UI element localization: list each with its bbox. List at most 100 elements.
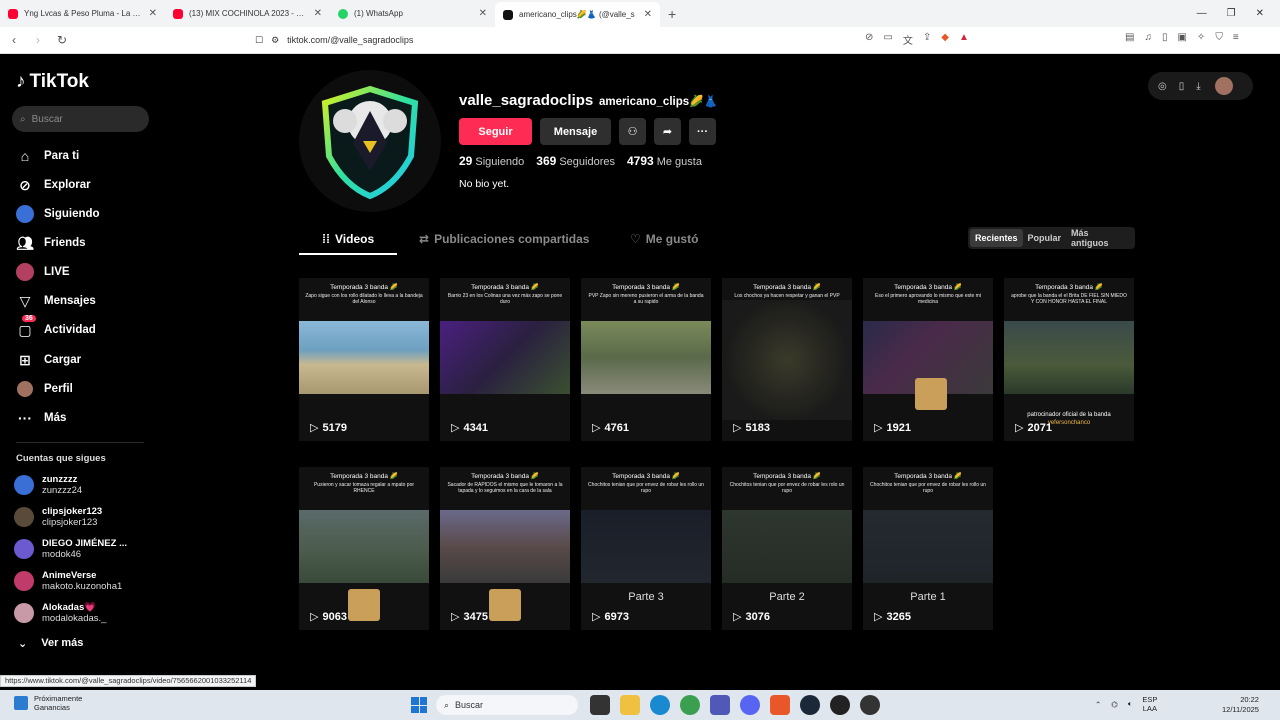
video-card[interactable]: Temporada 3 banda 🌽 Chochitos tenian que… (722, 467, 852, 630)
discord-icon[interactable] (740, 695, 760, 715)
taskbar-clock[interactable]: 20:22 12/11/2025 (1222, 695, 1259, 715)
coins-icon[interactable]: ◎ (1158, 81, 1167, 92)
tab-liked[interactable]: ♡ Me gustó (630, 232, 698, 246)
bookmark-icon[interactable]: ☐ (255, 35, 263, 46)
music-icon[interactable]: ♫ (1144, 32, 1152, 43)
following-stat[interactable]: 29 Siguiendo (459, 154, 524, 168)
close-tab-icon[interactable]: ✕ (644, 9, 652, 20)
nav-live[interactable]: LIVE (16, 263, 70, 281)
share-icon[interactable]: ⇪ (923, 32, 931, 47)
tab-reposts[interactable]: ⇄ Publicaciones compartidas (419, 232, 589, 246)
followers-stat[interactable]: 369 Seguidores (536, 154, 615, 168)
screen-icon[interactable]: ▭ (883, 32, 892, 47)
widgets-button[interactable]: Próximamente Ganancias (14, 694, 82, 712)
site-info-icon[interactable]: ⚙ (271, 35, 279, 46)
followed-account[interactable]: DIEGO JIMÉNEZ ... modok46 (14, 538, 127, 560)
video-card[interactable]: Temporada 3 banda 🌽 Chochitos tenian que… (581, 467, 711, 630)
taskbar-search[interactable]: ⌕ Buscar (436, 695, 578, 715)
nav-mas[interactable]: ··· Más (16, 409, 66, 427)
github-icon[interactable] (860, 695, 880, 715)
sidebar-toggle-icon[interactable]: ▯ (1162, 32, 1168, 43)
nav-perfil[interactable]: Perfil (16, 380, 73, 398)
steam-icon[interactable] (800, 695, 820, 715)
menu-icon[interactable]: ≡ (1233, 32, 1239, 43)
nav-siguiendo[interactable]: Siguiendo (16, 205, 100, 223)
video-card[interactable]: Temporada 3 banda 🌽 Sacador de RAPIDOS e… (440, 467, 570, 630)
file-explorer-icon[interactable] (620, 695, 640, 715)
followed-account[interactable]: clipsjoker123 clipsjoker123 (14, 506, 102, 528)
tiktok-logo[interactable]: ♪ TikTok (16, 71, 89, 93)
video-card[interactable]: Temporada 3 banda 🌽 aprobe que la banda … (1004, 278, 1134, 441)
video-card[interactable]: Temporada 3 banda 🌽 Pusieron y sacar tom… (299, 467, 429, 630)
reload-icon[interactable]: ↻ (52, 33, 72, 47)
video-card[interactable]: Temporada 3 banda 🌽 Zapo sigue con los r… (299, 278, 429, 441)
close-tab-icon[interactable]: ✕ (479, 8, 487, 19)
nav-mensajes[interactable]: ▽ Mensajes (16, 292, 96, 310)
video-card[interactable]: Temporada 3 banda 🌽 Chochitos tenian que… (863, 467, 993, 630)
sort-popular[interactable]: Popular (1023, 229, 1067, 247)
taskbar-apps (590, 695, 880, 715)
brave-shield-icon[interactable]: ◆ (941, 32, 949, 47)
back-icon[interactable]: ‹ (4, 33, 24, 47)
video-card[interactable]: Temporada 3 banda 🌽 Eso el primero aprov… (863, 278, 993, 441)
start-button[interactable] (411, 697, 427, 713)
browser-tab[interactable]: (1) WhatsApp ✕ (330, 0, 495, 27)
user-avatar[interactable] (1214, 77, 1233, 95)
message-button[interactable]: Mensaje (540, 118, 611, 145)
video-thumbnail (581, 321, 711, 394)
video-card[interactable]: Temporada 3 banda 🌽 Barrio 23 en los Col… (440, 278, 570, 441)
browser-tab[interactable]: (13) MIX COCHINOLA 2023 - DJ LUC✕ (165, 0, 330, 27)
translate-icon[interactable]: 文 (903, 32, 913, 47)
brave-icon[interactable] (770, 695, 790, 715)
follow-button[interactable]: Seguir (459, 118, 532, 145)
search-input[interactable]: ⌕ Buscar (12, 106, 149, 132)
followed-account[interactable]: AnimeVerse makoto.kuzonoha1 (14, 570, 122, 592)
wallet-icon[interactable]: ▣ (1177, 32, 1186, 43)
more-options-button[interactable]: ··· (689, 118, 716, 145)
nav-explorar[interactable]: ⊘ Explorar (16, 176, 91, 194)
close-tab-icon[interactable]: ✕ (149, 8, 157, 19)
nav-friends[interactable]: 👥︎ Friends (16, 234, 85, 252)
tab-videos[interactable]: ⁞⁞ Videos (322, 232, 374, 246)
share-button[interactable]: ➦ (654, 118, 681, 145)
language-indicator[interactable]: ESP LAA (1142, 695, 1157, 713)
edge-icon[interactable] (650, 695, 670, 715)
volume-icon[interactable]: 🔈︎ (1128, 699, 1133, 709)
minimize-icon[interactable]: — (1197, 8, 1207, 19)
video-card[interactable]: Temporada 3 banda 🌽 PVP Zapo sin mereno … (581, 278, 711, 441)
download-icon[interactable]: ⤓ (1196, 81, 1200, 92)
device-icon[interactable]: ▯ (1179, 81, 1185, 92)
nav-actividad[interactable]: ▢ 36 Actividad (16, 315, 96, 339)
close-window-icon[interactable]: ✕ (1256, 8, 1264, 19)
teams-icon[interactable] (710, 695, 730, 715)
tray-chevron-icon[interactable]: ⌃ (1095, 700, 1101, 709)
followed-account[interactable]: zunzzzz zunzzz24 (14, 474, 82, 496)
network-icon[interactable]: ⌬ (1111, 700, 1118, 709)
forward-icon[interactable]: › (28, 33, 48, 47)
leo-icon[interactable]: ✧ (1197, 32, 1205, 43)
nav-para-ti[interactable]: ⌂ Para ti (16, 147, 79, 165)
extension-icon[interactable]: ⊘ (865, 32, 873, 47)
brave-rewards-icon[interactable]: ▲ (959, 32, 969, 47)
vpn-icon[interactable]: ⛉ (1215, 32, 1223, 43)
repost-icon: ⇄ (419, 232, 430, 246)
sort-oldest[interactable]: Más antiguos (1066, 224, 1133, 252)
reader-mode-icon[interactable]: ▤ (1125, 32, 1134, 43)
close-tab-icon[interactable]: ✕ (314, 8, 322, 19)
chrome-icon[interactable] (680, 695, 700, 715)
video-thumbnail (722, 300, 852, 420)
task-view-icon[interactable] (590, 695, 610, 715)
new-tab-button[interactable]: + (660, 6, 684, 22)
browser-tab-active[interactable]: americano_clips🌽👗 (@valle_s ✕ (495, 2, 660, 27)
nav-cargar[interactable]: ⊞ Cargar (16, 351, 81, 369)
add-friend-button[interactable]: ⚇ (619, 118, 646, 145)
see-more-button[interactable]: ⌄ Ver más (18, 637, 83, 650)
play-icon: ▷ (451, 422, 460, 434)
maximize-icon[interactable]: ❐ (1227, 8, 1236, 19)
browser-tab[interactable]: Yng Lvcas & Peso Pluma - La Bebe (R✕ (0, 0, 165, 27)
sort-recent[interactable]: Recientes (970, 229, 1023, 247)
followed-account[interactable]: Alokadas💗 modalokadas._ (14, 602, 106, 624)
video-card[interactable]: Temporada 3 banda 🌽 Los chochos ya hacen… (722, 278, 852, 441)
sticker-image (915, 378, 947, 410)
xbox-icon[interactable] (830, 695, 850, 715)
